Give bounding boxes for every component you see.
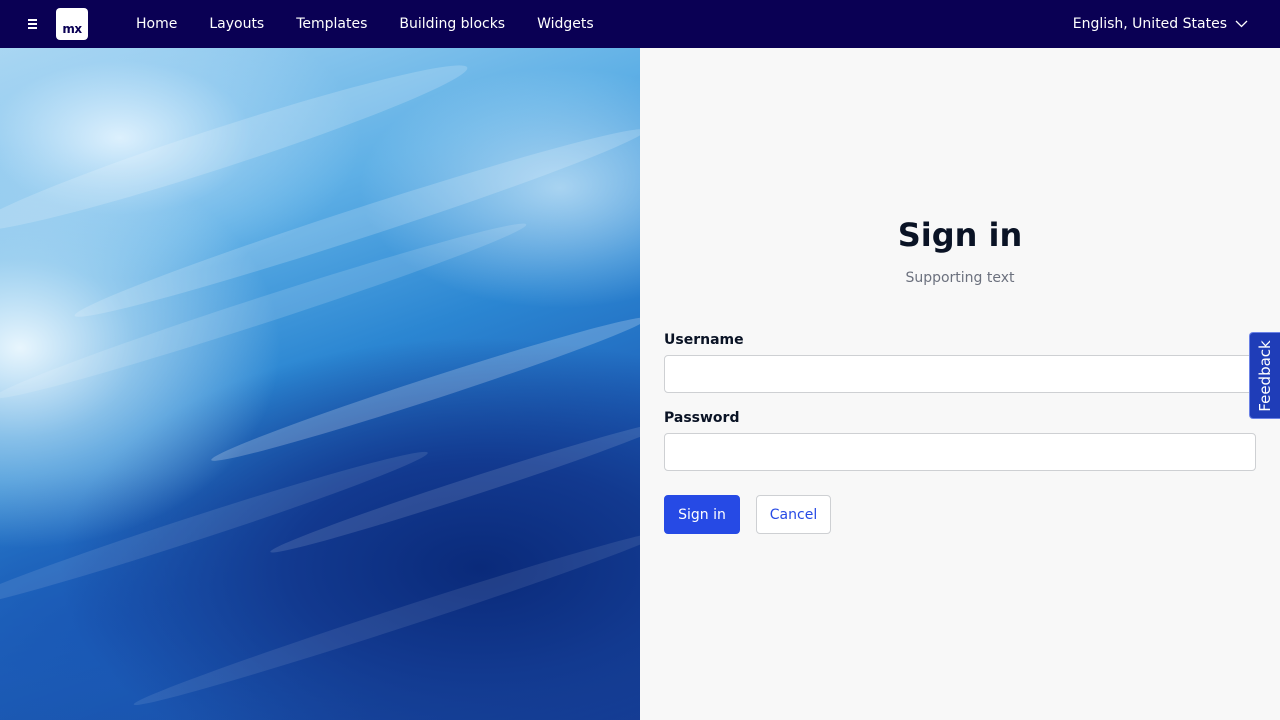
ocean-waves-image	[0, 48, 640, 720]
cancel-button[interactable]: Cancel	[756, 495, 831, 534]
username-field[interactable]	[664, 355, 1256, 393]
nav-item-layouts[interactable]: Layouts	[193, 0, 280, 48]
nav-item-templates[interactable]: Templates	[280, 0, 383, 48]
nav-item-widgets[interactable]: Widgets	[521, 0, 610, 48]
password-label: Password	[664, 410, 740, 426]
hamburger-menu-icon[interactable]	[22, 16, 42, 32]
language-selector[interactable]: English, United States	[1073, 0, 1248, 48]
main-nav: Home Layouts Templates Building blocks W…	[120, 0, 610, 48]
page-subtitle: Supporting text	[905, 270, 1015, 286]
username-label: Username	[664, 332, 744, 348]
chevron-down-icon	[1235, 20, 1248, 28]
nav-item-home[interactable]: Home	[120, 0, 193, 48]
top-navigation-bar: mx Home Layouts Templates Building block…	[0, 0, 1280, 48]
app-logo[interactable]: mx	[56, 8, 88, 40]
sign-in-panel: Sign in Supporting text Username Passwor…	[640, 48, 1280, 720]
feedback-tab[interactable]: Feedback	[1249, 332, 1280, 419]
feedback-label: Feedback	[1256, 339, 1274, 412]
page-title: Sign in	[897, 216, 1023, 254]
nav-item-building-blocks[interactable]: Building blocks	[383, 0, 521, 48]
sign-in-button[interactable]: Sign in	[664, 495, 740, 534]
language-label: English, United States	[1072, 16, 1227, 32]
password-field[interactable]	[664, 433, 1256, 471]
